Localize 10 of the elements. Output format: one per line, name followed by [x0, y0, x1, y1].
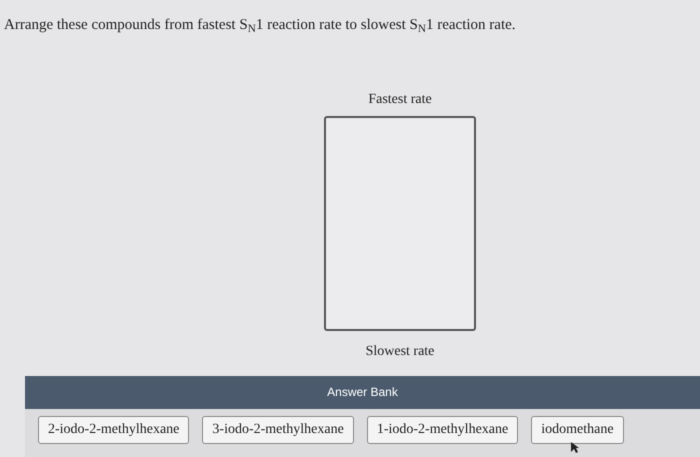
answer-chip[interactable]: 2-iodo-2-methylhexane — [38, 416, 190, 444]
slowest-rate-label: Slowest rate — [366, 342, 434, 360]
answer-bank-header: Answer Bank — [25, 376, 700, 408]
mouse-cursor-icon — [570, 441, 580, 454]
answer-chip[interactable]: 3-iodo-2-methylhexane — [202, 416, 354, 444]
fastest-rate-label: Fastest rate — [368, 90, 432, 108]
instruction-text: Arrange these compounds from fastest S$_{N}$1 reaction rate to slowest S$_{N}$1 reaction rate. — [4, 17, 516, 33]
answer-chip[interactable]: 1-iodo-2-methylhexane — [366, 416, 518, 444]
answer-chip[interactable]: iodomethane — [531, 416, 624, 444]
ranking-drop-zone[interactable] — [324, 116, 476, 330]
